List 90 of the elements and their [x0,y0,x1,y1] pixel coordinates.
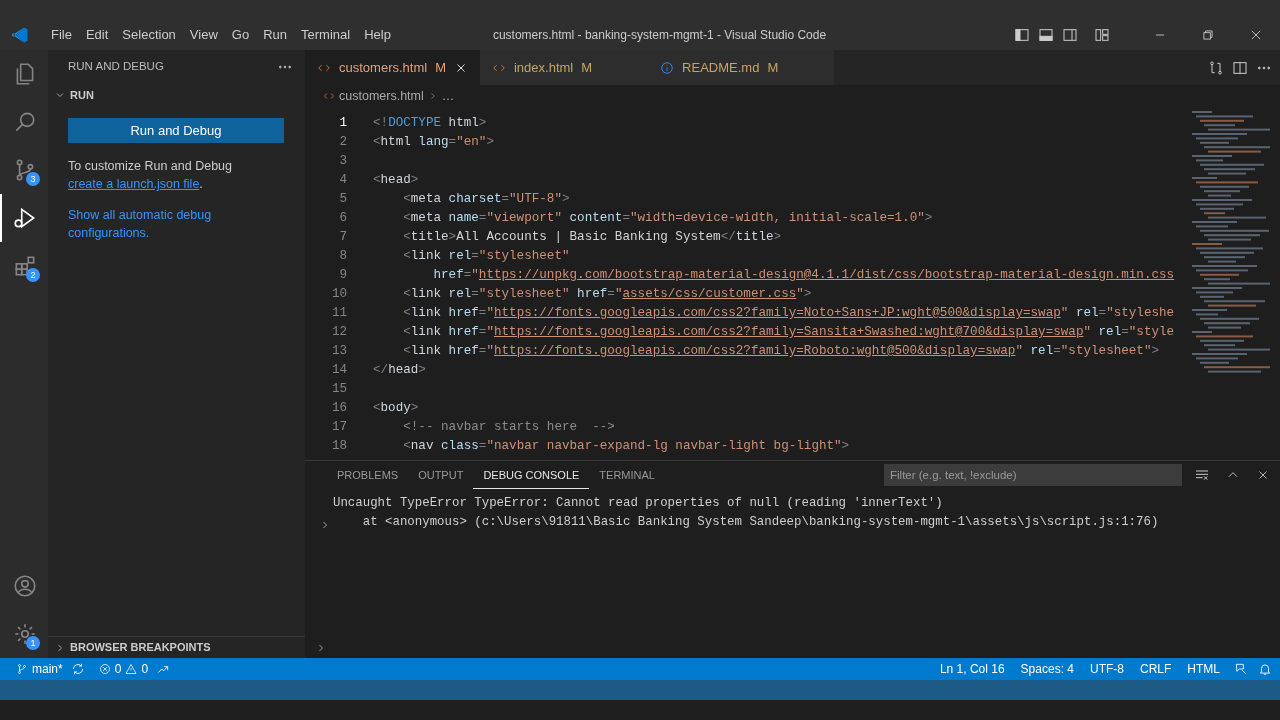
status-item[interactable]: Ln 1, Col 16 [931,660,1013,678]
status-item[interactable]: CRLF [1132,660,1180,678]
code-line: <html lang="en"> [373,134,494,151]
line-number: 17 [330,419,348,436]
menu-item[interactable]: Selection [115,25,183,45]
html-file-icon [323,90,335,102]
filter-field[interactable]: Filter (e.g. text, !exclude) [884,464,1182,486]
code-line: <meta charset="UTF-8"> [402,191,570,208]
line-number: 2 [338,134,348,151]
restore-icon[interactable] [1201,28,1215,42]
code-line: <body> [373,400,419,417]
line-number: 14 [330,362,348,379]
status-item[interactable]: Spaces: 4 [1012,660,1082,678]
code-line: href="https://unpkg.com/bootstrap-material-design@4.1.1/dist/css/bootstrap-material-design.min.css [432,267,1175,284]
line-number: 9 [338,267,348,284]
code-line: <nav class="navbar navbar-expand-lg navbar-light bg-light"> [402,438,850,455]
line-number: 1 [338,115,348,132]
section-header[interactable]: RUN [48,84,305,106]
status-item[interactable]: HTML [1179,660,1228,678]
sidebar-title: RUN AND DEBUG [68,59,164,75]
toggle-panel-icon[interactable] [1038,27,1054,43]
problems-indicator[interactable]: 0 0 [90,660,157,678]
panel-tab[interactable]: TERMINAL [589,461,665,489]
window-title: customers.html - banking-system-mgmt-1 - Visual Studio Code [492,27,827,44]
toggle-sidebar-icon[interactable] [1014,27,1030,43]
line-number: 7 [338,229,348,246]
warning-icon [125,663,138,675]
line-number: 5 [338,191,348,208]
compare-changes-icon[interactable] [1208,59,1224,76]
run-and-debug-button[interactable]: Run and Debug [68,118,284,143]
line-number: 18 [330,438,348,455]
layout-icon[interactable] [1094,27,1110,43]
code-line: <link rel="stylesheet" [402,248,570,265]
line-number: 8 [338,248,348,265]
code-line: <link href="https://fonts.googleapis.com/css2?family=Noto+Sans+JP:wght@500&display=swap" rel="styleshe [402,305,1175,322]
badge-count: 2 [26,268,40,282]
code-line: <!DOCTYPE html> [373,115,487,132]
console-message: at <anonymous> (c:\Users\91811\Basic Banking System Sandeep\banking-system-mgmt-1\assets\js\script.js:1:76) [361,514,1159,531]
menu-item[interactable]: Terminal [294,25,358,45]
line-number: 13 [330,343,348,360]
branch-indicator[interactable]: main* [8,660,71,678]
menu-item[interactable]: Edit [78,25,116,45]
line-number: 4 [338,172,348,189]
error-icon [98,663,111,675]
debug-configurations-link[interactable]: Show all automatic debug configurations. [68,206,238,242]
panel-tab[interactable]: OUTPUT [408,461,474,489]
panel-tab[interactable]: PROBLEMS [327,461,409,489]
code-line: <link href="https://fonts.googleapis.com/css2?family=Sansita+Swashed:wght@700&display=swap" rel="style [402,324,1175,341]
editor-tab[interactable]: README.md M [648,50,835,85]
line-number: 10 [330,286,348,303]
menu-item[interactable]: Run [256,25,294,45]
breadcrumb-item[interactable]: customers.html [339,86,424,106]
code-line: <head> [373,172,419,189]
line-number: 6 [338,210,348,227]
code-line: </head> [373,362,426,379]
split-editor-icon[interactable] [1232,59,1248,76]
editor-tab[interactable]: customers.html M [305,50,480,85]
editor-tab[interactable]: index.html M [480,50,649,85]
menu-item[interactable]: View [182,25,225,45]
feedback-icon[interactable] [1234,662,1248,676]
line-number: 3 [338,153,348,170]
app-logo-icon [10,25,30,45]
code-line: <link rel="stylesheet" href="assets/css/customer.css"> [402,286,812,303]
branch-icon [16,663,28,675]
menu-item[interactable]: Go [224,25,257,45]
toggle-secondary-sidebar-icon[interactable] [1062,27,1078,43]
gear-icon[interactable] [12,621,38,647]
code-line: <title>All Accounts | Basic Banking System</title> [402,229,782,246]
close-icon[interactable] [1249,28,1263,42]
info-icon [660,60,675,75]
badge-count: 1 [26,636,40,650]
sync-icon[interactable] [70,662,85,676]
code-line: <link href="https://fonts.googleapis.com/css2?family=Roboto:wght@500&display=swap" rel="stylesheet"> [402,343,1160,360]
line-number: 12 [330,324,348,341]
bell-icon[interactable] [1258,662,1272,676]
menu-item[interactable]: Help [357,25,398,45]
badge-count: 3 [26,172,40,186]
code-line: <!-- navbar starts here --> [402,419,615,436]
console-message: Uncaught TypeError TypeError: Cannot read properties of null (reading 'innerText') [333,495,944,512]
line-number: 11 [330,305,348,322]
line-number: 15 [330,381,348,398]
description-text: To customize Run and Debug create a launch.json file. [67,158,233,193]
breadcrumb-item[interactable]: … [441,86,455,106]
line-number: 16 [330,400,348,417]
panel-tab[interactable]: DEBUG CONSOLE [473,461,590,489]
clear-console-icon[interactable] [1194,467,1210,483]
menu-item[interactable]: File [44,25,79,45]
code-line: <meta name="viewport" content="width=device-width, initial-scale=1.0"> [402,210,933,227]
account-icon[interactable] [12,573,38,599]
status-item[interactable]: UTF-8 [1082,660,1132,678]
